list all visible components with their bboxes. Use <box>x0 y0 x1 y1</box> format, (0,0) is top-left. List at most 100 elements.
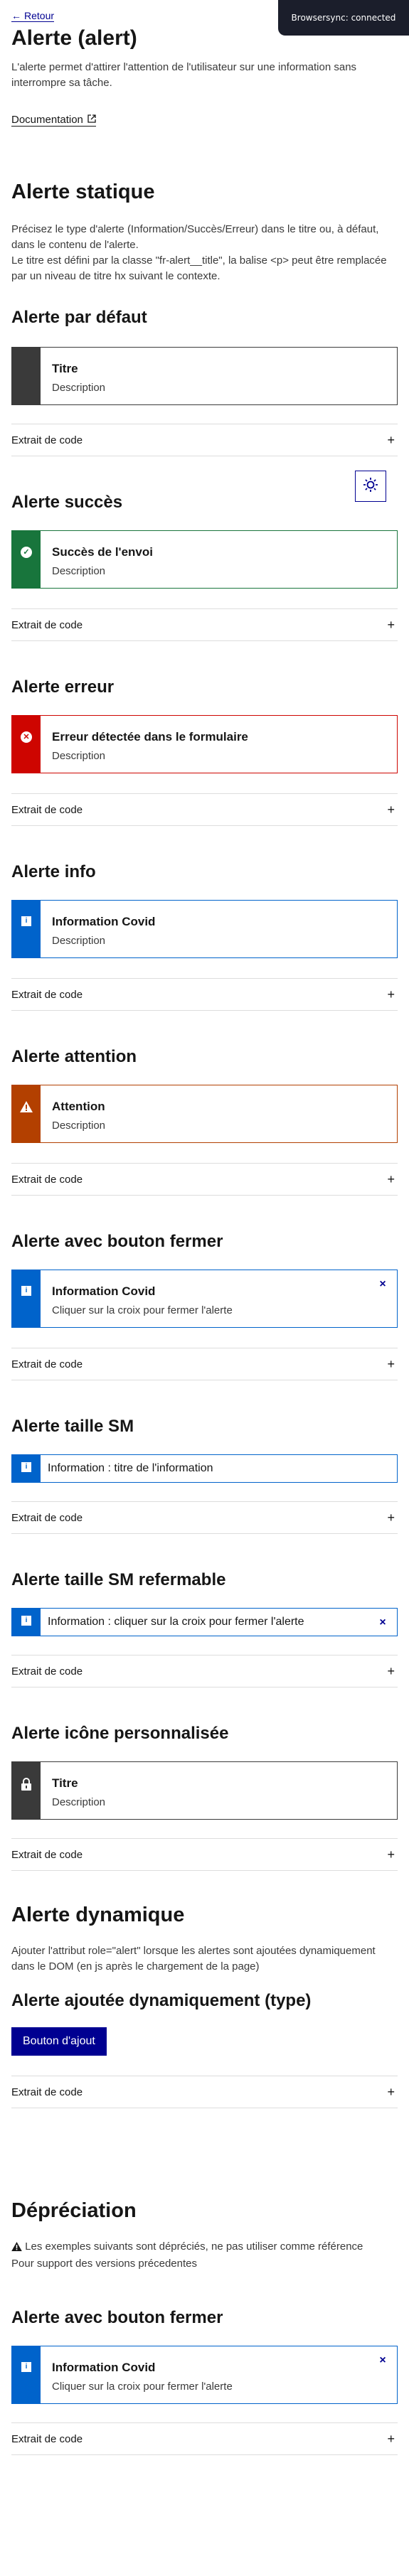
info-icon: i <box>21 2362 31 2372</box>
example-heading: Alerte info <box>11 862 96 881</box>
alert-sm-closable: i Information : cliquer sur la croix pou… <box>11 1608 398 1636</box>
code-snippet-label: Extrait de code <box>11 1848 83 1861</box>
alert-closable: i Information Covid Cliquer sur la croix… <box>11 1270 398 1328</box>
page-title: Alerte (alert) <box>11 26 137 50</box>
code-snippet-label: Extrait de code <box>11 2432 83 2445</box>
code-snippet-label: Extrait de code <box>11 988 83 1001</box>
alert-description: Description <box>52 1120 106 1132</box>
dynamic-intro: Ajouter l'attribut role="alert" lorsque … <box>11 1945 376 1973</box>
section-title-static: Alerte statique <box>11 181 155 203</box>
info-icon: i <box>21 1616 31 1626</box>
code-snippet-label: Extrait de code <box>11 1358 83 1370</box>
code-snippet-toggle[interactable]: Extrait de code + <box>11 2076 398 2108</box>
section-title-deprecation: Dépréciation <box>11 2199 137 2222</box>
code-snippet-toggle[interactable]: Extrait de code + <box>11 1838 398 1871</box>
alert-description: Description <box>52 565 106 577</box>
lock-icon <box>21 1778 32 1794</box>
plus-icon: + <box>387 987 395 1002</box>
alert-warning: Attention Description <box>11 1085 398 1143</box>
alert-description: Information : cliquer sur la croix pour … <box>48 1616 304 1628</box>
alert-title: Information Covid <box>52 915 156 928</box>
plus-icon: + <box>387 1663 395 1678</box>
code-snippet-toggle[interactable]: Extrait de code + <box>11 978 398 1011</box>
code-snippet-toggle[interactable]: Extrait de code + <box>11 1348 398 1380</box>
code-snippet-toggle[interactable]: Extrait de code + <box>11 2422 398 2455</box>
example-heading: Alerte avec bouton fermer <box>11 2308 223 2327</box>
alert-title: Titre <box>52 362 78 375</box>
example-heading: Alerte icône personnalisée <box>11 1724 229 1743</box>
plus-icon: + <box>387 617 395 632</box>
close-icon[interactable]: × <box>376 2354 390 2368</box>
alert-info: i Information Covid Description <box>11 900 398 958</box>
alert-description: Information : titre de l'information <box>48 1462 213 1474</box>
alert-description: Description <box>52 382 106 394</box>
code-snippet-label: Extrait de code <box>11 434 83 446</box>
plus-icon: + <box>387 1356 395 1371</box>
warning-icon <box>20 1101 33 1116</box>
code-snippet-label: Extrait de code <box>11 1511 83 1524</box>
external-link-icon <box>87 114 96 126</box>
code-snippet-toggle[interactable]: Extrait de code + <box>11 1655 398 1687</box>
alert-closable-deprecated: i Information Covid Cliquer sur la croix… <box>11 2346 398 2404</box>
code-snippet-label: Extrait de code <box>11 1173 83 1186</box>
plus-icon: + <box>387 1171 395 1186</box>
alert-title: Erreur détectée dans le formulaire <box>52 730 248 744</box>
page-lead: L'alerte permet d'attirer l'attention de… <box>11 61 357 89</box>
plus-icon: + <box>387 1510 395 1525</box>
code-snippet-toggle[interactable]: Extrait de code + <box>11 793 398 826</box>
plus-icon: + <box>387 2084 395 2099</box>
alert-success: ✓ Succès de l'envoi Description <box>11 530 398 589</box>
alert-title: Succès de l'envoi <box>52 545 153 559</box>
alert-description: Description <box>52 750 106 762</box>
documentation-link-label: Documentation <box>11 114 83 126</box>
add-alert-button[interactable]: Bouton d'ajout <box>11 2027 107 2056</box>
deprecation-notice-text: Les exemples suivants sont dépréciés, ne… <box>25 2240 363 2253</box>
deprecation-notice: Les exemples suivants sont dépréciés, ne… <box>11 2239 398 2256</box>
close-icon[interactable]: × <box>376 1616 390 1630</box>
info-icon: i <box>21 1462 31 1472</box>
info-icon: i <box>21 1286 31 1296</box>
code-snippet-label: Extrait de code <box>11 803 83 816</box>
sun-icon <box>363 477 378 496</box>
plus-icon: + <box>387 432 395 447</box>
alert-default: Titre Description <box>11 347 398 405</box>
error-cross-icon: ✕ <box>21 731 32 743</box>
example-heading: Alerte par défaut <box>11 308 147 327</box>
code-snippet-toggle[interactable]: Extrait de code + <box>11 608 398 641</box>
plus-icon: + <box>387 2431 395 2446</box>
alert-title: Titre <box>52 1776 78 1790</box>
alert-custom-icon: Titre Description <box>11 1761 398 1820</box>
alert-title: Attention <box>52 1100 105 1113</box>
code-snippet-toggle[interactable]: Extrait de code + <box>11 424 398 456</box>
close-icon[interactable]: × <box>376 1277 390 1292</box>
plus-icon: + <box>387 802 395 817</box>
example-heading: Alerte taille SM <box>11 1417 134 1436</box>
alert-title: Information Covid <box>52 1284 156 1298</box>
alert-description: Description <box>52 935 106 947</box>
warning-icon <box>11 2240 22 2256</box>
theme-toggle-button[interactable] <box>355 471 386 502</box>
plus-icon: + <box>387 1847 395 1862</box>
checkmark-icon: ✓ <box>21 547 32 558</box>
deprecation-notice-support: Pour support des versions précedentes <box>11 2258 197 2270</box>
alert-band <box>12 348 41 404</box>
example-heading: Alerte avec bouton fermer <box>11 1232 223 1251</box>
example-heading: Alerte attention <box>11 1047 137 1066</box>
section-title-dynamic: Alerte dynamique <box>11 1904 185 1926</box>
code-snippet-toggle[interactable]: Extrait de code + <box>11 1163 398 1196</box>
alert-description: Cliquer sur la croix pour fermer l'alert… <box>52 1304 233 1316</box>
documentation-link[interactable]: Documentation <box>11 114 96 127</box>
alert-description: Description <box>52 1796 106 1808</box>
alert-title: Information Covid <box>52 2361 156 2374</box>
static-intro: Précisez le type d'alerte (Information/S… <box>11 223 387 282</box>
code-snippet-label: Extrait de code <box>11 2086 83 2098</box>
alert-sm: i Information : titre de l'information <box>11 1454 398 1483</box>
code-snippet-label: Extrait de code <box>11 618 83 631</box>
code-snippet-label: Extrait de code <box>11 1665 83 1678</box>
example-heading: Alerte succès <box>11 493 123 512</box>
example-heading: Alerte taille SM refermable <box>11 1570 226 1589</box>
code-snippet-toggle[interactable]: Extrait de code + <box>11 1501 398 1534</box>
example-heading: Alerte erreur <box>11 677 115 697</box>
alert-error: ✕ Erreur détectée dans le formulaire Des… <box>11 715 398 773</box>
alert-description: Cliquer sur la croix pour fermer l'alert… <box>52 2381 233 2393</box>
